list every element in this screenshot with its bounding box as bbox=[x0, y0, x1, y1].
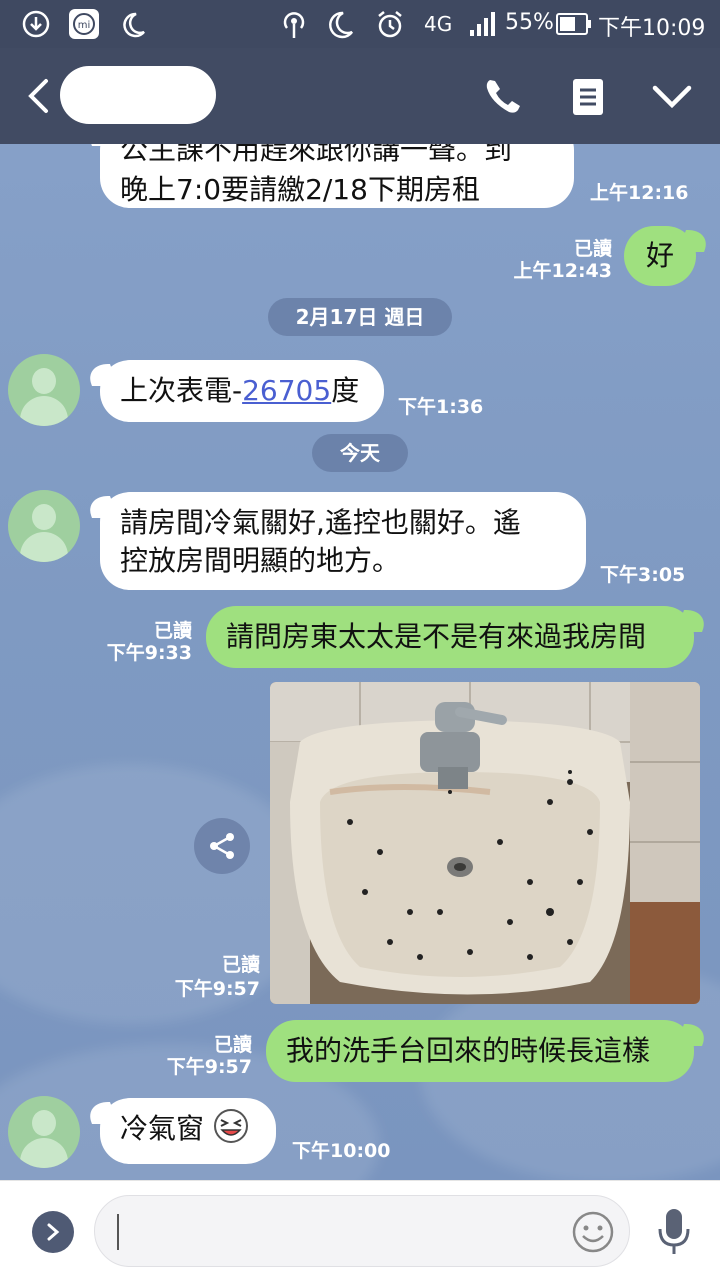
laughing-emoji-icon bbox=[213, 1109, 248, 1143]
back-arrow-icon[interactable] bbox=[24, 78, 52, 114]
quiet-hours-icon bbox=[123, 12, 145, 38]
signal-icon bbox=[470, 12, 495, 36]
share-icon bbox=[210, 833, 234, 859]
svg-text:mi: mi bbox=[78, 20, 91, 31]
avatar[interactable] bbox=[8, 490, 80, 562]
avatar[interactable] bbox=[8, 1096, 80, 1168]
message-text: 上次表電- bbox=[120, 374, 243, 407]
message-text: 請問房東太太是不是有來過我房間 bbox=[226, 620, 647, 653]
message-time: 上午12:16 bbox=[590, 182, 689, 204]
message-time: 下午9:57 bbox=[166, 1056, 252, 1078]
emoji-icon[interactable] bbox=[571, 1210, 615, 1254]
notes-icon[interactable] bbox=[572, 78, 604, 116]
status-bar: mi 4G 55% 下午10:09 bbox=[0, 0, 720, 48]
message-time: 上午12:43 bbox=[513, 260, 612, 282]
chat-area[interactable]: 公主課不用趕來跟你講一聲。到 晚上7:0要請繳2/18下期房租 上午12:16 … bbox=[0, 144, 720, 1180]
message-bubble-outgoing[interactable]: 請問房東太太是不是有來過我房間 bbox=[206, 606, 694, 668]
message-bubble-incoming[interactable]: 公主課不用趕來跟你講一聲。到 晚上7:0要請繳2/18下期房租 bbox=[100, 144, 574, 208]
message-bubble-incoming[interactable]: 冷氣窗 bbox=[100, 1098, 276, 1164]
mi-app-icon: mi bbox=[69, 9, 99, 39]
share-button[interactable] bbox=[194, 818, 250, 874]
input-bar bbox=[0, 1180, 720, 1281]
message-time: 下午9:33 bbox=[106, 642, 192, 664]
chevron-down-icon[interactable] bbox=[652, 84, 692, 110]
read-receipt: 已讀 bbox=[221, 954, 260, 976]
message-text-line: 控放房間明顯的地方。 bbox=[120, 544, 401, 577]
message-text: 我的洗手台回來的時候長這樣 bbox=[286, 1034, 651, 1067]
message-time: 下午3:05 bbox=[600, 564, 686, 586]
text-cursor bbox=[117, 1214, 119, 1250]
battery-percent: 55% bbox=[505, 10, 554, 35]
message-text-line: 公主課不用趕來跟你講一聲。到 bbox=[120, 144, 513, 166]
read-receipt: 已讀 bbox=[573, 238, 612, 260]
message-text: 冷氣窗 bbox=[120, 1112, 205, 1145]
chat-header bbox=[0, 48, 720, 144]
chevron-right-icon bbox=[47, 1223, 60, 1241]
message-text: 好 bbox=[645, 239, 674, 272]
message-text-line: 晚上7:0要請繳2/18下期房租 bbox=[120, 173, 480, 206]
battery-icon bbox=[556, 13, 591, 35]
download-icon bbox=[22, 10, 50, 38]
message-text: 度 bbox=[331, 374, 360, 407]
message-bubble-outgoing[interactable]: 好 bbox=[624, 226, 696, 286]
sink-photo[interactable] bbox=[270, 682, 700, 1004]
read-receipt: 已讀 bbox=[213, 1034, 252, 1056]
contact-name-redacted[interactable] bbox=[60, 66, 216, 124]
clock: 下午10:09 bbox=[598, 16, 706, 41]
date-separator: 2月17日 週日 bbox=[268, 298, 452, 336]
message-text-line: 請房間冷氣關好,遙控也關好。遙 bbox=[120, 506, 521, 539]
message-bubble-outgoing[interactable]: 我的洗手台回來的時候長這樣 bbox=[266, 1020, 694, 1082]
message-bubble-incoming[interactable]: 上次表電-26705度 bbox=[100, 360, 384, 422]
do-not-disturb-alarm-icon bbox=[329, 11, 354, 39]
alarm-icon bbox=[378, 11, 402, 38]
message-time: 下午10:00 bbox=[292, 1140, 391, 1162]
message-time: 下午9:57 bbox=[174, 978, 260, 1000]
network-type: 4G bbox=[424, 12, 453, 36]
read-receipt: 已讀 bbox=[153, 620, 192, 642]
meter-number-link[interactable]: 26705 bbox=[242, 374, 331, 407]
message-input[interactable] bbox=[94, 1195, 630, 1267]
message-bubble-incoming[interactable]: 請房間冷氣關好,遙控也關好。遙 控放房間明顯的地方。 bbox=[100, 492, 586, 590]
hotspot-icon bbox=[283, 12, 305, 38]
avatar[interactable] bbox=[8, 354, 80, 426]
message-time: 下午1:36 bbox=[398, 396, 484, 418]
phone-icon[interactable] bbox=[482, 76, 524, 118]
microphone-icon[interactable] bbox=[656, 1207, 692, 1257]
expand-button[interactable] bbox=[32, 1211, 74, 1253]
date-separator: 今天 bbox=[312, 434, 408, 472]
